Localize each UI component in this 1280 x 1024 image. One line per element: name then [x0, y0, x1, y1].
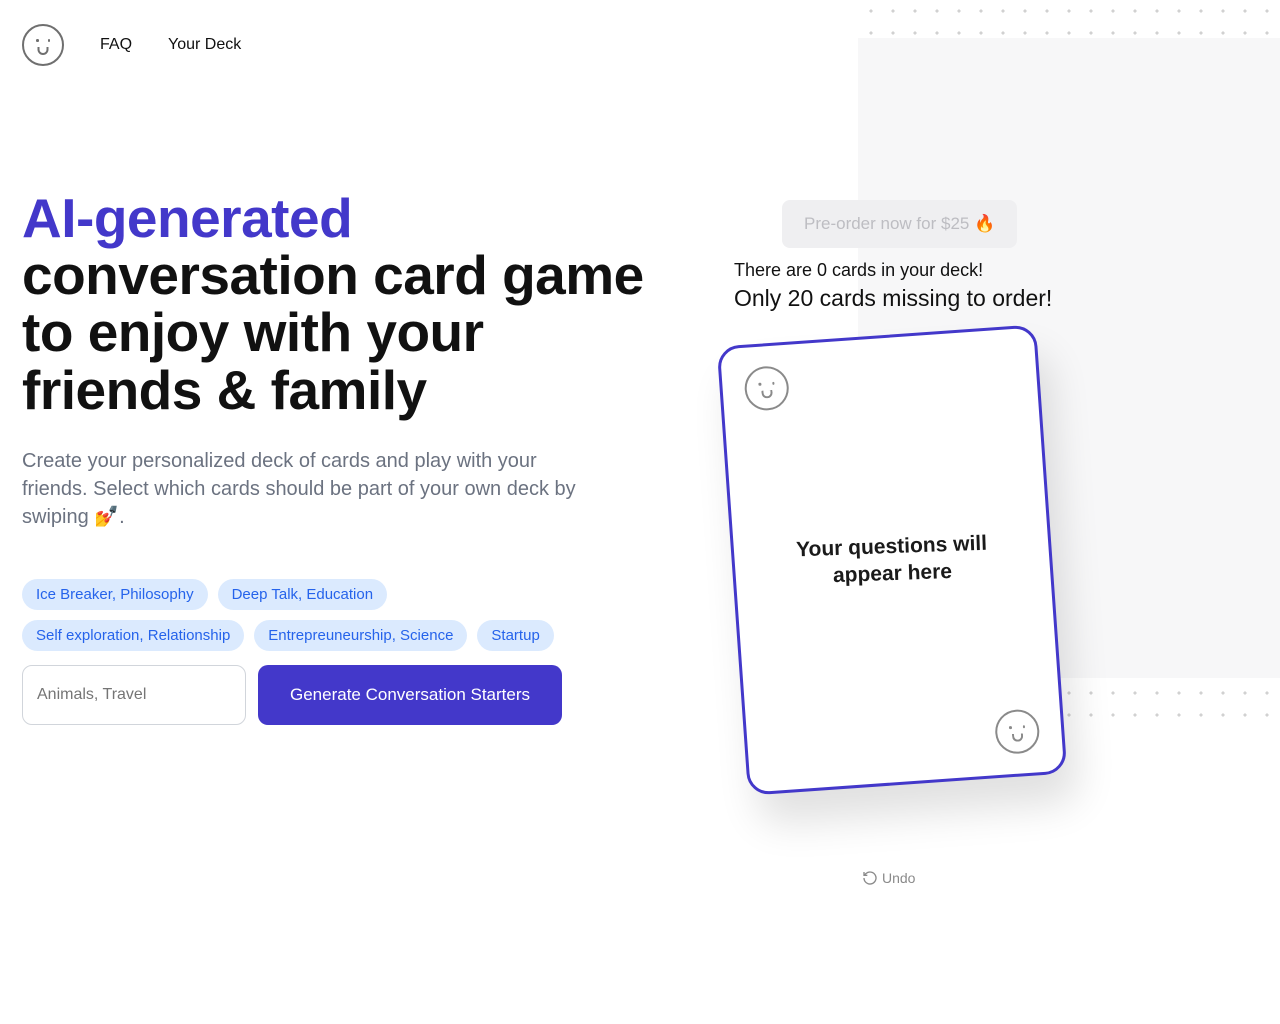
undo-icon — [862, 870, 878, 886]
chip[interactable]: Self exploration, Relationship — [22, 620, 244, 651]
chip[interactable]: Deep Talk, Education — [218, 579, 387, 610]
card-placeholder-text: Your questions will appear here — [764, 528, 1020, 591]
topic-chips: Ice Breaker, Philosophy Deep Talk, Educa… — [22, 579, 582, 651]
chip[interactable]: Ice Breaker, Philosophy — [22, 579, 208, 610]
generate-button[interactable]: Generate Conversation Starters — [258, 665, 562, 725]
logo-face-icon[interactable] — [22, 24, 64, 66]
deck-missing-text: Only 20 cards missing to order! — [734, 285, 1258, 312]
nav-your-deck[interactable]: Your Deck — [168, 36, 241, 54]
nav-faq[interactable]: FAQ — [100, 36, 132, 54]
preorder-button[interactable]: Pre-order now for $25 🔥 — [782, 200, 1017, 248]
header: FAQ Your Deck — [0, 0, 1280, 90]
card-face-icon — [743, 365, 790, 412]
undo-label: Undo — [882, 870, 915, 886]
undo-button[interactable]: Undo — [862, 870, 915, 886]
hero-title: AI-generated conversation card game to e… — [22, 190, 662, 419]
deck-count-text: There are 0 cards in your deck! — [734, 260, 1258, 281]
topic-input[interactable] — [22, 665, 246, 725]
hero-title-rest: conversation card game to enjoy with you… — [22, 244, 644, 420]
hero-subtitle: Create your personalized deck of cards a… — [22, 447, 602, 531]
card-face-icon — [994, 708, 1041, 755]
question-card[interactable]: Your questions will appear here — [717, 324, 1068, 795]
chip[interactable]: Entrepreuneurship, Science — [254, 620, 467, 651]
deck-info: There are 0 cards in your deck! Only 20 … — [734, 260, 1258, 312]
hero-section: AI-generated conversation card game to e… — [22, 90, 662, 725]
hero-title-accent: AI-generated — [22, 187, 352, 249]
chip[interactable]: Startup — [477, 620, 553, 651]
deck-section: Pre-order now for $25 🔥 There are 0 card… — [702, 90, 1258, 725]
